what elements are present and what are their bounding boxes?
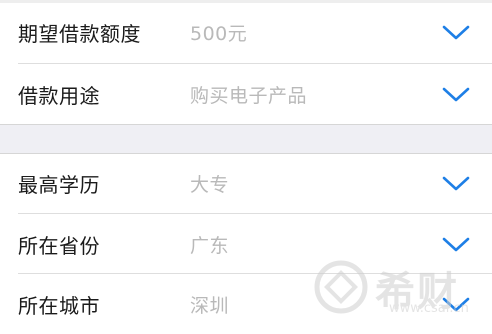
- loan-amount-label: 期望借款额度: [18, 21, 141, 46]
- chevron-down-icon[interactable]: [441, 84, 471, 104]
- watermark-url: www.csai.cn: [389, 301, 469, 316]
- province-label: 所在省份: [18, 233, 100, 258]
- loan-purpose-select[interactable]: 借款用途 购买电子产品: [0, 64, 492, 124]
- education-select[interactable]: 最高学历 大专: [0, 153, 492, 213]
- watermark-logo-icon: [314, 260, 368, 314]
- section-spacer: [0, 124, 492, 154]
- province-value: 广东: [190, 234, 230, 257]
- chevron-down-icon[interactable]: [441, 173, 471, 193]
- education-value: 大专: [190, 173, 230, 196]
- chevron-down-icon[interactable]: [441, 234, 471, 254]
- chevron-down-icon[interactable]: [441, 22, 471, 42]
- loan-amount-value: 500元: [190, 22, 248, 45]
- education-label: 最高学历: [18, 172, 100, 197]
- loan-purpose-value: 购买电子产品: [190, 84, 308, 107]
- city-label: 所在城市: [18, 293, 100, 318]
- city-value: 深圳: [190, 294, 230, 317]
- watermark: 希财 www.csai.cn: [311, 257, 486, 319]
- loan-purpose-label: 借款用途: [18, 83, 100, 108]
- loan-amount-select[interactable]: 期望借款额度 500元: [0, 2, 492, 62]
